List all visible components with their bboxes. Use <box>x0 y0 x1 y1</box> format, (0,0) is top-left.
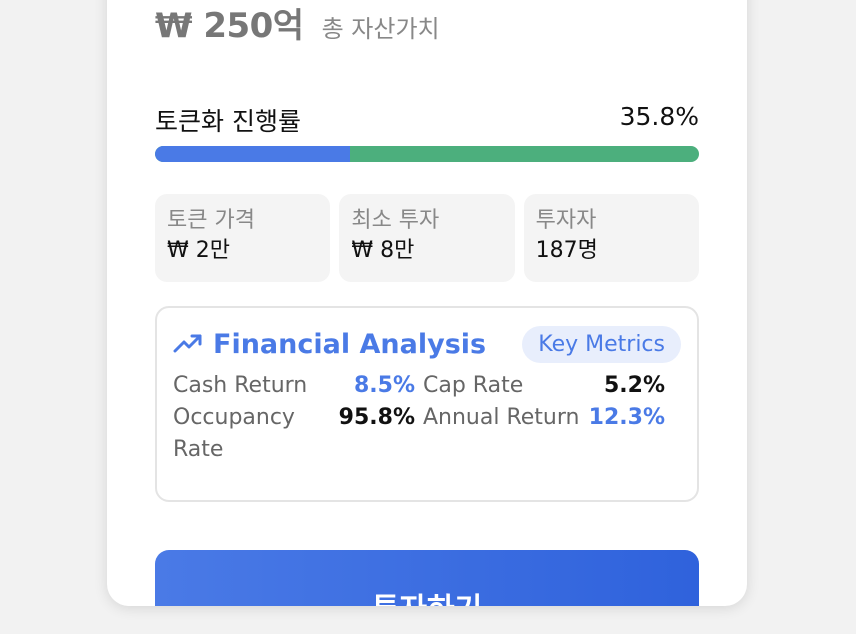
stat-min-investment: 최소 투자 ₩ 8만 <box>339 194 515 282</box>
metric-label: Occupancy Rate <box>173 405 295 462</box>
invest-button[interactable]: 투자하기 <box>155 550 699 606</box>
financial-analysis-title-wrap: Financial Analysis <box>173 329 486 360</box>
stat-label: 투자자 <box>535 208 597 233</box>
progress-bar-fill <box>155 146 350 162</box>
progress-value: 35.8% <box>619 102 699 131</box>
token-stats: 토큰 가격 ₩ 2만 최소 투자 ₩ 8만 투자자 187명 <box>155 194 699 282</box>
tokenization-progress-header: 토큰화 진행률 35.8% <box>155 102 699 138</box>
financial-analysis-header: Financial Analysis Key Metrics <box>173 322 681 366</box>
asset-card: ₩ 250억 총 자산가치 토큰화 진행률 35.8% 토큰 가격 ₩ 2만 최… <box>107 0 747 606</box>
financial-analysis-title: Financial Analysis <box>213 328 487 360</box>
asset-value-row: ₩ 250억 총 자산가치 <box>155 0 440 47</box>
asset-price-label: 총 자산가치 <box>321 15 440 43</box>
metrics-grid: Cash Return 8.5% Cap Rate 5.2% Occupancy… <box>173 370 681 466</box>
stat-label: 최소 투자 <box>351 208 440 233</box>
stat-label: 토큰 가격 <box>167 208 255 233</box>
metric-cap-rate: Cap Rate 5.2% <box>423 370 673 402</box>
key-metrics-badge: Key Metrics <box>522 325 681 363</box>
metric-label: Cap Rate <box>423 373 524 398</box>
stat-value: ₩ 2만 <box>167 238 230 263</box>
metric-label: Cash Return <box>173 373 308 398</box>
trending-up-icon <box>173 334 202 353</box>
stat-value: ₩ 8만 <box>351 238 415 263</box>
progress-bar <box>155 146 699 162</box>
metric-value: 8.5% <box>353 373 415 398</box>
asset-price: ₩ 250억 <box>155 6 304 46</box>
metric-annual-return: Annual Return 12.3% <box>423 402 673 466</box>
metric-label: Annual Return <box>423 405 580 430</box>
metric-value: 5.2% <box>603 373 665 398</box>
stat-investors: 투자자 187명 <box>523 194 699 282</box>
metric-value: 95.8% <box>338 405 415 430</box>
financial-analysis-panel: Financial Analysis Key Metrics Cash Retu… <box>155 306 699 502</box>
progress-label: 토큰화 진행률 <box>155 107 301 136</box>
metric-value: 12.3% <box>588 405 665 430</box>
stat-value: 187명 <box>535 238 598 263</box>
metric-cash-return: Cash Return 8.5% <box>173 370 423 402</box>
stat-token-price: 토큰 가격 ₩ 2만 <box>155 194 331 282</box>
metric-occupancy-rate: Occupancy Rate 95.8% <box>173 402 423 466</box>
